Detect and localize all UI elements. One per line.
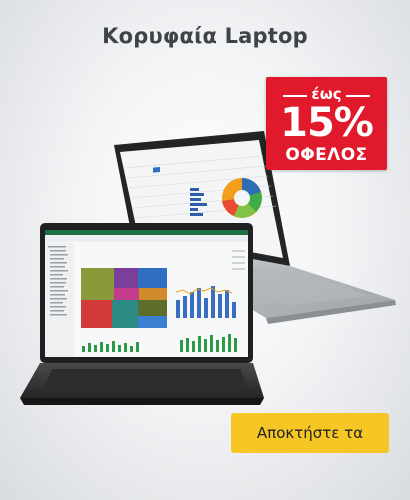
badge-percent: 15% <box>280 100 374 146</box>
badge-label: ΟΦΕΛΟΣ <box>285 145 368 165</box>
promo-banner[interactable]: Κορυφαία Laptop έως 15% ΟΦΕΛΟΣ Αποκτήστε… <box>0 0 410 500</box>
get-them-button[interactable]: Αποκτήστε τα <box>231 413 389 453</box>
front-laptop <box>20 223 264 405</box>
discount-badge: έως 15% ΟΦΕΛΟΣ <box>266 77 387 170</box>
